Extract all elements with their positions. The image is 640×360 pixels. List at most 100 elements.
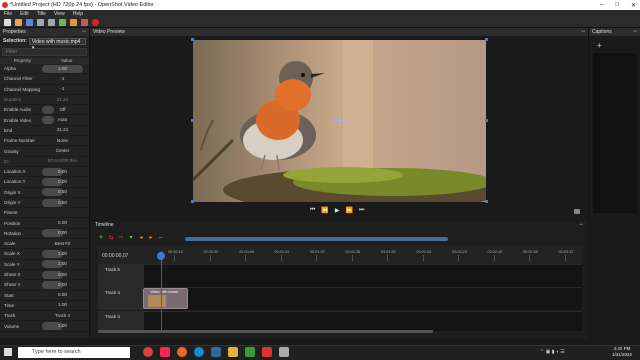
close-button[interactable]: ✕ (631, 2, 636, 9)
menu-help[interactable]: Help (73, 11, 83, 17)
property-row[interactable]: Scale X 1.00 (0, 249, 89, 260)
center-playhead-icon[interactable]: ⇔ (158, 235, 164, 241)
property-value[interactable]: 0.00 (42, 219, 83, 227)
property-row[interactable]: Origin X 0.50 (0, 188, 89, 198)
property-row[interactable]: Channel Mapping -1 (0, 85, 89, 95)
playhead-handle[interactable] (157, 252, 165, 260)
edge-icon[interactable] (194, 347, 204, 357)
property-row[interactable]: End 21.21 (0, 126, 89, 137)
property-row[interactable]: Frame Number None (0, 136, 89, 147)
property-value[interactable]: 1.00 (42, 322, 83, 331)
selection-dropdown[interactable]: Video with music.mp4 ▾ (28, 37, 86, 51)
property-value[interactable]: Track 4 (42, 312, 83, 320)
track-label[interactable]: Track 5 (98, 265, 144, 287)
transform-handle-tl[interactable] (191, 38, 194, 41)
track-row[interactable]: Track 3 (98, 311, 582, 331)
property-value[interactable]: Center (42, 147, 83, 155)
add-track-icon[interactable]: + (98, 235, 104, 241)
jump-end-icon[interactable]: ⏭ (359, 207, 364, 214)
property-row[interactable]: Parent (0, 208, 89, 219)
property-value[interactable] (42, 209, 83, 217)
store-icon[interactable] (211, 347, 221, 357)
timeline-zoom-slider[interactable] (185, 237, 448, 241)
property-row[interactable]: Track Track 4 (0, 311, 89, 322)
property-row[interactable]: Position 0.00 (0, 218, 89, 229)
transform-handle-tr[interactable] (485, 38, 488, 41)
property-value[interactable]: 1.00 (42, 64, 83, 73)
openshot-icon[interactable] (262, 347, 272, 357)
property-row[interactable]: Channel Filter -1 (0, 74, 89, 85)
property-value[interactable]: 0.50 (42, 188, 83, 197)
property-row[interactable]: Gravity Center (0, 146, 89, 157)
next-marker-icon[interactable]: ▸ (148, 235, 154, 241)
property-value[interactable]: 0.00 (42, 270, 83, 279)
panel-float-icon[interactable]: ▫▫ (579, 222, 583, 228)
system-tray-icons[interactable]: ⌃ ▣ ▮ ◖ ☰ (540, 349, 595, 355)
filter-input[interactable]: Filter (2, 48, 87, 56)
property-value[interactable]: None (42, 137, 83, 145)
property-value[interactable]: -1 (42, 85, 83, 93)
property-row[interactable]: ID 5TVU4OPJNA (0, 157, 89, 167)
timeline-ruler[interactable]: 00:00:00,07 00:00:16 00:00:32 00:00:48 00:0… (98, 246, 582, 264)
choose-profile-icon[interactable] (70, 18, 77, 26)
property-value[interactable]: 0.00 (42, 229, 83, 238)
property-value[interactable]: 21.21 (42, 126, 83, 134)
track-label[interactable]: Track 4 (98, 288, 144, 310)
camera-icon[interactable] (574, 209, 580, 214)
snap-icon[interactable]: ⇆ (108, 235, 114, 241)
property-value[interactable]: 0.00 (42, 291, 83, 299)
save-project-icon[interactable] (26, 18, 33, 26)
transform-center-icon[interactable] (334, 115, 346, 127)
property-row[interactable]: Time 1.00 (0, 301, 89, 312)
add-marker-icon[interactable]: ▾ (128, 235, 134, 241)
transform-handle-mr[interactable] (485, 119, 488, 122)
property-row[interactable]: Location Y 0.00 (0, 177, 89, 188)
previous-marker-icon[interactable]: ◂ (138, 235, 144, 241)
property-row[interactable]: Shear Y 0.00 (0, 280, 89, 291)
property-value[interactable]: Best Fit (42, 240, 83, 248)
menu-title[interactable]: Title (37, 11, 46, 17)
property-row[interactable]: Rotation 0.00 (0, 229, 89, 240)
transform-handle-br[interactable] (485, 200, 488, 203)
menu-file[interactable]: File (4, 11, 12, 17)
rewind-icon[interactable]: ⏪ (321, 207, 328, 214)
property-row[interactable]: Scale Y 1.00 (0, 260, 89, 270)
maximize-button[interactable]: □ (615, 2, 619, 8)
captions-editor[interactable] (593, 53, 637, 213)
property-value[interactable]: -1 (42, 75, 83, 83)
track-label[interactable]: Track 3 (98, 312, 144, 331)
property-value[interactable]: 0.00 (42, 280, 83, 289)
track-row[interactable]: Track 5 (98, 264, 582, 287)
property-value[interactable]: 0.00 (42, 167, 83, 176)
property-value[interactable]: Off (42, 105, 83, 114)
panel-float-icon[interactable]: ▫▫ (581, 29, 585, 35)
new-project-icon[interactable] (4, 18, 11, 26)
property-value[interactable]: 21.21 (42, 96, 83, 104)
camtasia-icon[interactable] (245, 347, 255, 357)
property-row[interactable]: Alpha 1.00 (0, 64, 89, 75)
property-row[interactable]: Scale Best Fit (0, 239, 89, 250)
razor-icon[interactable]: ✂ (118, 235, 124, 241)
redo-icon[interactable] (48, 18, 55, 26)
property-row[interactable]: Enable Video Auto (0, 115, 89, 126)
property-row[interactable]: Volume 1.00 (0, 321, 89, 332)
play-icon[interactable]: ▶ (335, 207, 340, 214)
property-row[interactable]: Duration 21.21 (0, 95, 89, 106)
property-row[interactable]: Start 0.00 (0, 291, 89, 301)
files-icon[interactable] (228, 347, 238, 357)
windows-start-icon[interactable] (4, 348, 12, 356)
property-row[interactable]: Shear X 0.00 (0, 270, 89, 281)
property-row[interactable]: Origin Y 0.50 (0, 198, 89, 209)
app-icon[interactable] (279, 347, 289, 357)
transform-handle-bl[interactable] (191, 200, 194, 203)
export-video-icon[interactable] (92, 18, 99, 26)
menu-view[interactable]: View (54, 11, 65, 17)
undo-icon[interactable] (37, 18, 44, 26)
firefox-icon[interactable] (177, 347, 187, 357)
playhead-line[interactable] (161, 251, 162, 331)
add-caption-icon[interactable]: + (597, 41, 602, 50)
import-files-icon[interactable] (59, 18, 66, 26)
panel-float-icon[interactable]: ▫▫ (633, 29, 637, 35)
taskbar-search-input[interactable]: Type here to search (18, 347, 130, 358)
brave-icon[interactable] (160, 347, 170, 357)
